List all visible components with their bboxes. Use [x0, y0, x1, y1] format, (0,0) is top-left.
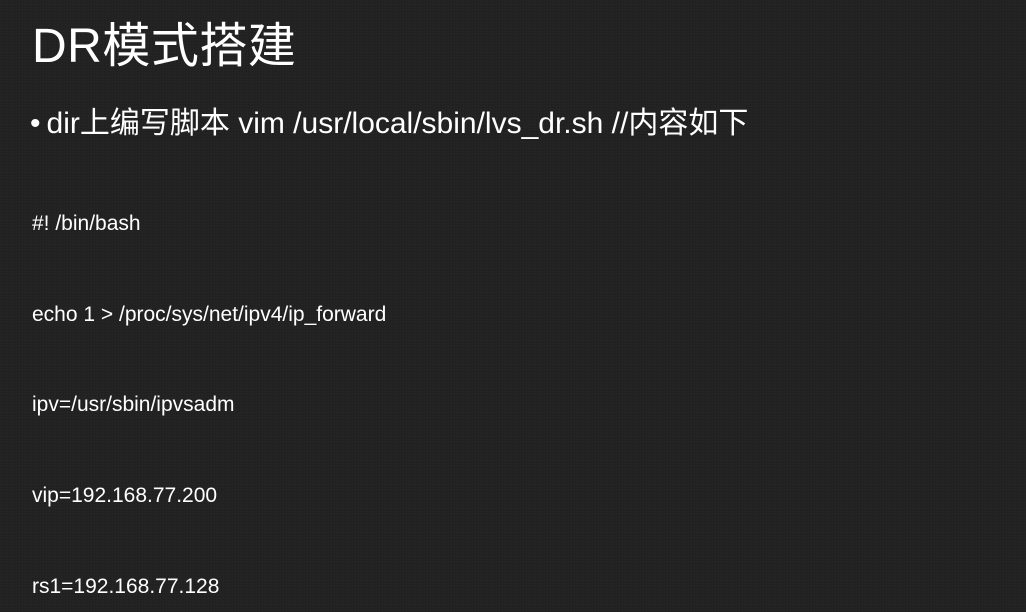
code-line: ipv=/usr/sbin/ipvsadm [32, 390, 996, 420]
bullet-text: dir上编写脚本 vim /usr/local/sbin/lvs_dr.sh /… [47, 107, 749, 140]
code-line: echo 1 > /proc/sys/net/ipv4/ip_forward [32, 300, 996, 330]
code-line: #! /bin/bash [32, 209, 996, 239]
slide-title: DR模式搭建 [32, 18, 996, 76]
code-line: rs1=192.168.77.128 [32, 572, 996, 602]
script-codeblock: #! /bin/bash echo 1 > /proc/sys/net/ipv4… [32, 149, 996, 612]
bullet-dot: • [30, 104, 41, 143]
slide: DR模式搭建 •dir上编写脚本 vim /usr/local/sbin/lvs… [0, 0, 1026, 612]
code-line: vip=192.168.77.200 [32, 481, 996, 511]
bullet-line: •dir上编写脚本 vim /usr/local/sbin/lvs_dr.sh … [30, 104, 996, 143]
